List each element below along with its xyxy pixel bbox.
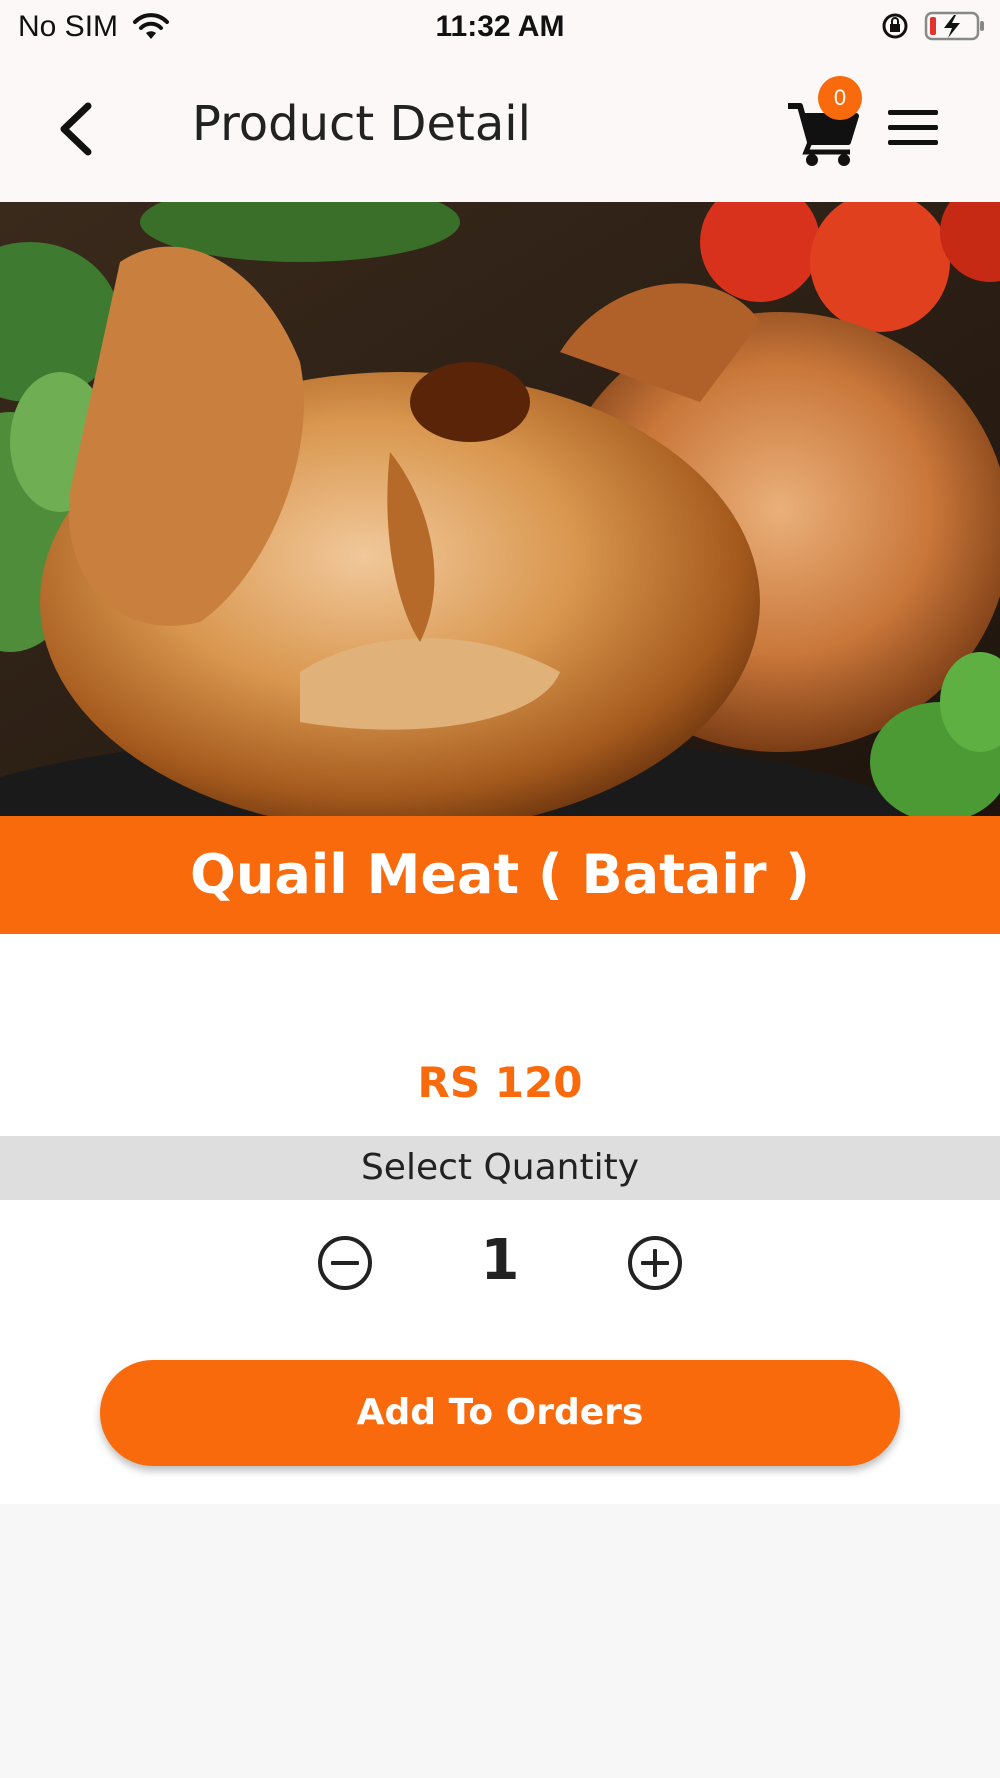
decrease-quantity-button[interactable] (316, 1234, 374, 1292)
select-quantity-label: Select Quantity (0, 1136, 1000, 1200)
status-time: 11:32 AM (435, 10, 565, 43)
page-title: Product Detail (192, 96, 531, 152)
chevron-left-icon (60, 102, 92, 156)
product-detail-screen: No SIM 11:32 AM Product Detail 0 Quail M… (0, 0, 1000, 1778)
orientation-lock-icon (882, 13, 908, 39)
battery-charging-icon (924, 11, 984, 41)
plus-circle-icon (628, 1236, 682, 1290)
minus-circle-icon (318, 1236, 372, 1290)
status-right (880, 10, 986, 42)
app-header: Product Detail 0 (0, 56, 1000, 202)
hamburger-menu-icon (888, 110, 938, 145)
menu-button[interactable] (886, 106, 940, 150)
cart-count-badge: 0 (818, 76, 862, 120)
product-name: Quail Meat ( Batair ) (0, 816, 1000, 934)
increase-quantity-button[interactable] (626, 1234, 684, 1292)
status-bar: No SIM 11:32 AM (0, 0, 1000, 56)
add-to-orders-button[interactable]: Add To Orders (100, 1360, 900, 1466)
quantity-value: 1 (480, 1228, 520, 1293)
back-button[interactable] (50, 94, 110, 164)
product-image (0, 202, 1000, 816)
product-price: RS 120 (417, 1058, 583, 1107)
